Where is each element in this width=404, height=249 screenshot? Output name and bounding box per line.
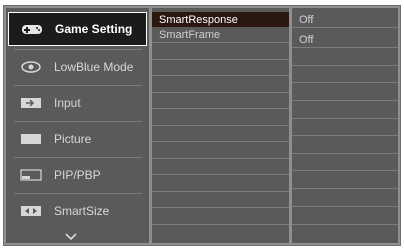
value-smartresponse[interactable]: Off	[292, 12, 398, 27]
grid-line	[292, 153, 398, 154]
grid-line	[152, 125, 289, 126]
value-panel: Off Off	[292, 8, 398, 243]
grid-line	[152, 224, 289, 225]
value-label: Off	[299, 33, 314, 46]
menu-item-smartsize[interactable]: SmartSize	[8, 194, 147, 228]
picture-icon	[18, 131, 44, 147]
grid-line	[292, 65, 398, 66]
main-menu: Game Setting LowBlue Mode Input Picture …	[6, 8, 149, 243]
menu-item-label: Input	[54, 96, 81, 110]
grid-line	[152, 92, 289, 93]
gamepad-icon	[19, 21, 45, 37]
grid-line	[292, 82, 398, 83]
value-label: Off	[299, 13, 314, 26]
grid-line	[292, 47, 398, 48]
menu-item-game-setting[interactable]: Game Setting	[8, 12, 147, 46]
grid-line	[292, 118, 398, 119]
menu-item-input[interactable]: Input	[8, 86, 147, 120]
grid-line	[152, 108, 289, 109]
submenu-panel: SmartResponse SmartFrame	[152, 8, 289, 243]
grid-line	[292, 188, 398, 189]
submenu-item-smartframe[interactable]: SmartFrame	[152, 27, 289, 42]
menu-item-pip-pbp[interactable]: PIP/PBP	[8, 158, 147, 192]
grid-line	[152, 141, 289, 142]
grid-line	[292, 170, 398, 171]
submenu-item-label: SmartFrame	[159, 28, 221, 41]
submenu-item-smartresponse[interactable]: SmartResponse	[152, 12, 289, 27]
grid-line	[292, 100, 398, 101]
grid-line	[152, 158, 289, 159]
grid-line	[152, 174, 289, 175]
grid-line	[292, 224, 398, 225]
input-icon	[18, 95, 44, 111]
menu-item-label: PIP/PBP	[54, 168, 101, 182]
menu-item-label: Picture	[54, 132, 92, 146]
value-smartframe[interactable]: Off	[292, 32, 398, 47]
menu-item-label: SmartSize	[54, 204, 110, 218]
grid-line	[292, 135, 398, 136]
grid-line	[152, 191, 289, 192]
eye-icon	[18, 59, 44, 75]
grid-line	[292, 206, 398, 207]
submenu-item-label: SmartResponse	[159, 13, 238, 26]
menu-item-label: Game Setting	[55, 22, 133, 36]
menu-item-lowblue-mode[interactable]: LowBlue Mode	[8, 50, 147, 84]
menu-item-label: LowBlue Mode	[54, 60, 134, 74]
smartsize-icon	[18, 203, 44, 219]
grid-line	[292, 27, 398, 28]
menu-item-picture[interactable]: Picture	[8, 122, 147, 156]
pip-icon	[18, 167, 44, 183]
grid-line	[152, 59, 289, 60]
grid-line	[152, 42, 289, 43]
grid-line	[152, 207, 289, 208]
grid-line	[152, 75, 289, 76]
monitor-osd-window: Game Setting LowBlue Mode Input Picture …	[3, 5, 401, 246]
chevron-down-icon[interactable]	[64, 232, 78, 242]
